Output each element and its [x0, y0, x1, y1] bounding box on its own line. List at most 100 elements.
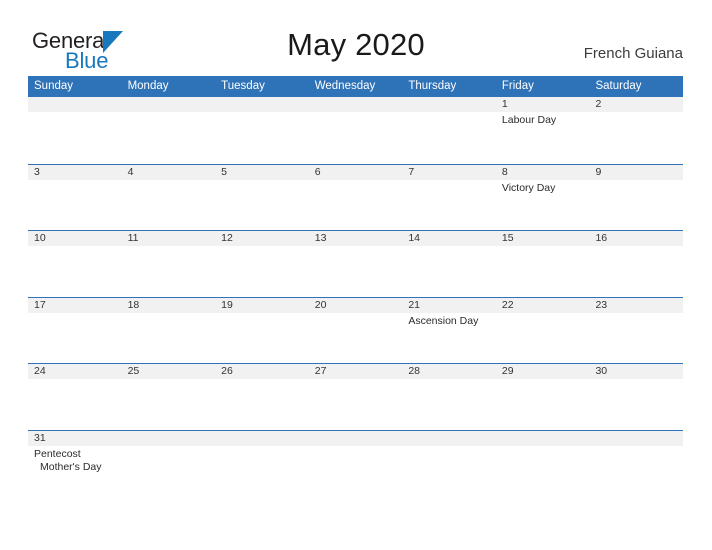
day-events [309, 313, 403, 363]
holiday-label: Labour Day [501, 114, 557, 126]
day-number[interactable]: 1 [496, 97, 590, 112]
week-event-band: Victory Day [28, 179, 683, 230]
day-empty [215, 97, 309, 112]
day-number[interactable]: 15 [496, 231, 590, 246]
day-events [122, 313, 216, 363]
day-number[interactable]: 26 [215, 364, 309, 379]
day-number[interactable]: 31 [28, 431, 122, 446]
day-events [122, 112, 216, 162]
day-empty [589, 431, 683, 446]
day-events [28, 313, 122, 363]
day-number[interactable]: 22 [496, 298, 590, 313]
day-events [402, 246, 496, 296]
week-date-band: 17 18 19 20 21 22 23 [28, 297, 683, 313]
weekday-header-sunday: Sunday [34, 80, 74, 92]
day-events [122, 180, 216, 230]
calendar-grid: Sunday Monday Tuesday Wednesday Thursday Frid… [28, 76, 683, 497]
day-number[interactable]: 19 [215, 298, 309, 313]
day-events [309, 446, 403, 496]
day-events: Ascension Day [402, 313, 496, 363]
day-number[interactable]: 21 [402, 298, 496, 313]
day-empty [309, 431, 403, 446]
holiday-label: Ascension Day [408, 314, 479, 327]
week-row: 3 4 5 6 7 8 9 Victory Day [28, 163, 683, 231]
day-empty [215, 431, 309, 446]
day-events [589, 379, 683, 429]
day-number[interactable]: 18 [122, 298, 216, 313]
weekday-header-row: Sunday Monday Tuesday Wednesday Thursday Frid… [28, 76, 683, 97]
day-events [215, 246, 309, 296]
page-header: General Blue May 2020 French Guiana [0, 0, 712, 76]
day-events [402, 180, 496, 230]
day-number[interactable]: 16 [589, 231, 683, 246]
day-events [496, 379, 590, 429]
day-number[interactable]: 24 [28, 364, 122, 379]
day-events [122, 379, 216, 429]
day-number[interactable]: 23 [589, 298, 683, 313]
day-number[interactable]: 8 [496, 165, 590, 180]
day-events [496, 246, 590, 296]
holiday-label: Mother's Day [40, 461, 102, 474]
day-events [402, 379, 496, 429]
day-number[interactable]: 7 [402, 165, 496, 180]
day-events [28, 246, 122, 296]
day-events [309, 246, 403, 296]
day-number[interactable]: 28 [402, 364, 496, 379]
week-event-band [28, 379, 683, 430]
week-event-band: Ascension Day [28, 312, 683, 363]
day-events [215, 313, 309, 363]
day-number[interactable]: 11 [122, 231, 216, 246]
day-events: Victory Day [496, 180, 590, 230]
day-events [215, 379, 309, 429]
day-empty [402, 431, 496, 446]
day-events [496, 446, 590, 496]
week-date-band: 24 25 26 27 28 29 30 [28, 364, 683, 380]
day-events: Pentecost Mother's Day [28, 446, 122, 496]
day-events [496, 313, 590, 363]
week-row: 24 25 26 27 28 29 30 [28, 363, 683, 430]
day-number[interactable]: 20 [309, 298, 403, 313]
week-date-band: 12 [28, 97, 683, 112]
weekday-header-friday: Friday [501, 80, 534, 92]
weekday-header-saturday: Saturday [595, 80, 642, 92]
day-number[interactable]: 10 [28, 231, 122, 246]
day-empty [122, 431, 216, 446]
day-empty [122, 97, 216, 112]
day-events [28, 379, 122, 429]
day-number[interactable]: 2 [589, 97, 683, 112]
day-events [309, 379, 403, 429]
holiday-label: Victory Day [501, 181, 556, 194]
day-events [28, 112, 122, 162]
day-number[interactable]: 14 [402, 231, 496, 246]
week-event-band [28, 246, 683, 297]
day-number[interactable]: 13 [309, 231, 403, 246]
day-number[interactable]: 6 [309, 165, 403, 180]
weekday-header-monday: Monday [127, 80, 169, 92]
day-events [589, 246, 683, 296]
day-number[interactable]: 17 [28, 298, 122, 313]
day-events [589, 180, 683, 230]
day-number[interactable]: 25 [122, 364, 216, 379]
day-number[interactable]: 12 [215, 231, 309, 246]
week-date-band: 3456789 [28, 164, 683, 180]
day-number[interactable]: 30 [589, 364, 683, 379]
day-number[interactable]: 29 [496, 364, 590, 379]
day-empty [309, 97, 403, 112]
day-number[interactable]: 4 [122, 165, 216, 180]
week-event-band: Pentecost Mother's Day [28, 445, 683, 496]
day-number[interactable]: 3 [28, 165, 122, 180]
region-label: French Guiana [583, 45, 683, 62]
day-events [215, 112, 309, 162]
day-events [122, 246, 216, 296]
day-number[interactable]: 5 [215, 165, 309, 180]
day-number[interactable]: 27 [309, 364, 403, 379]
day-number[interactable]: 9 [589, 165, 683, 180]
holiday-label: Pentecost [34, 447, 81, 460]
day-empty [28, 97, 122, 112]
day-events [589, 313, 683, 363]
day-events [402, 112, 496, 162]
day-events [589, 112, 683, 162]
day-events [122, 446, 216, 496]
day-empty [402, 97, 496, 112]
week-row: 31 Pentecost Mother's Day [28, 429, 683, 497]
